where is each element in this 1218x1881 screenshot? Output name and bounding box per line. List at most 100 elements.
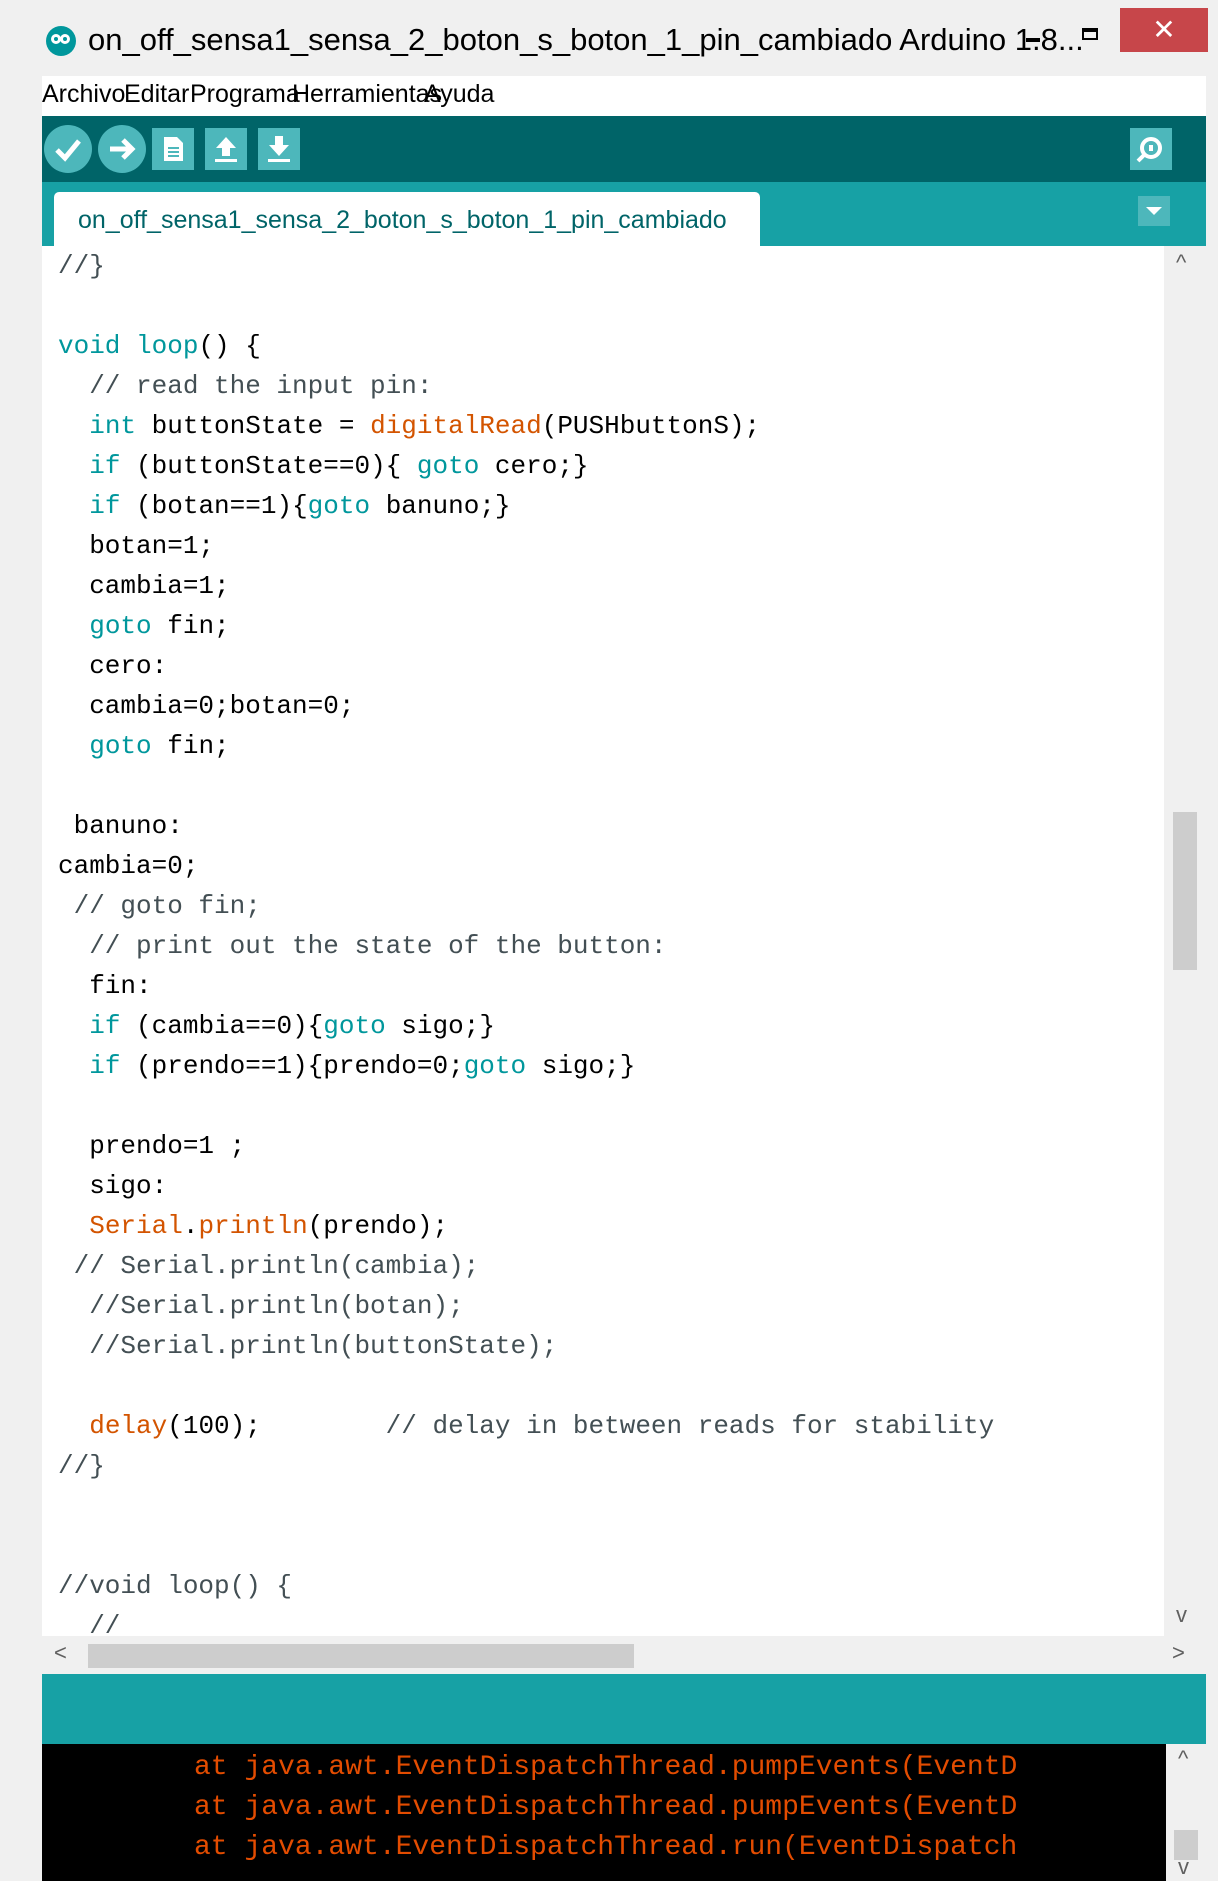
code-editor[interactable]: //} void loop() { // read the input pin: … [42,246,1164,1636]
editor-horizontal-scroll-thumb[interactable] [88,1644,634,1668]
code-line: fin: [58,966,152,1006]
code-token: goto [89,731,152,761]
console-scroll-up-arrow[interactable]: ^ [1178,1746,1188,1772]
code-token: . [182,1211,199,1241]
code-line: goto fin; [58,726,229,766]
code-token: prendo=1 ; [58,1131,246,1161]
upload-icon [110,138,136,160]
code-token: banuno: [58,811,183,841]
menu-archivo[interactable]: Archivo [42,80,125,109]
code-token: goto [89,611,152,641]
code-token: cero: [58,651,168,681]
console-scroll-down-arrow[interactable]: v [1178,1854,1189,1880]
ide-window: on_off_sensa1_sensa_2_boton_s_boton_1_pi… [0,0,1218,1881]
code-token: banuno;} [370,491,511,521]
code-token: goto [323,1011,386,1041]
code-token: cambia=1; [58,571,230,601]
code-token: digitalRead [370,411,542,441]
verify-button[interactable] [44,125,92,173]
code-token: (buttonState==0){ [120,451,417,481]
code-line: cero: [58,646,167,686]
code-token: // read the input pin: [58,371,433,401]
code-line: //} [58,1446,105,1486]
code-line: botan=1; [58,526,214,566]
tab-bar: on_off_sensa1_sensa_2_boton_s_boton_1_pi… [42,182,1206,248]
code-line: banuno: [58,806,183,846]
new-icon [164,137,183,161]
code-token: loop [136,331,199,361]
open-icon [215,137,237,162]
code-token: if [89,451,121,481]
code-line: //void loop() { [58,1566,292,1606]
editor-vertical-scrollbar[interactable]: ^ v [1164,246,1206,1636]
console-line: at java.awt.EventDispatchThread.run(Even… [194,1832,1018,1863]
code-token: fin; [151,611,230,641]
code-token: () { [198,331,261,361]
code-line: Serial.println(prendo); [58,1206,448,1246]
code-token: //void loop() { [58,1571,293,1601]
code-token: delay [89,1411,168,1441]
code-token: println [198,1211,308,1241]
verify-icon [55,139,81,162]
code-token: Serial [89,1211,183,1241]
code-line: cambia=0; [58,846,198,886]
code-token: fin: [58,971,152,1001]
tab-sketch[interactable]: on_off_sensa1_sensa_2_boton_s_boton_1_pi… [54,192,760,248]
code-token: (prendo); [307,1211,449,1241]
code-token: // [58,1611,121,1636]
code-line: // print out the state of the button: [58,926,666,966]
close-button[interactable]: ✕ [1120,8,1208,52]
code-token: //Serial.println(botan); [58,1291,464,1321]
code-token: // Serial.println(cambia); [58,1251,480,1281]
status-bar [42,1674,1206,1744]
minimize-button[interactable] [1004,8,1062,52]
code-token: (cambia==0){ [120,1011,324,1041]
code-line: if (buttonState==0){ goto cero;} [58,446,588,486]
save-icon [268,136,290,162]
menu-herramientas[interactable]: Herramientas [292,80,442,109]
code-line: cambia=1; [58,566,230,606]
code-token: (prendo==1){prendo=0; [120,1051,464,1081]
menu-programa[interactable]: Programa [190,80,300,109]
code-line: delay(100); // delay in between reads fo… [58,1406,994,1446]
upload-button[interactable] [98,125,146,173]
editor-horizontal-scrollbar[interactable]: < > [42,1636,1206,1674]
open-sketch-button[interactable] [205,128,247,170]
tab-label: on_off_sensa1_sensa_2_boton_s_boton_1_pi… [78,206,727,234]
menu-ayuda[interactable]: Ayuda [424,80,494,109]
maximize-button[interactable] [1062,8,1120,52]
serial-monitor-button[interactable] [1130,128,1172,170]
scroll-left-arrow[interactable]: < [54,1640,67,1666]
code-token: // goto fin; [58,891,261,921]
code-line: if (cambia==0){goto sigo;} [58,1006,495,1046]
code-token: (PUSHbuttonS); [541,411,761,441]
tab-menu-button[interactable] [1138,196,1170,226]
code-token: if [89,1011,121,1041]
code-line: //} [58,246,105,286]
window-title: on_off_sensa1_sensa_2_boton_s_boton_1_pi… [88,22,1084,57]
save-sketch-button[interactable] [258,128,300,170]
scroll-up-arrow[interactable]: ^ [1176,250,1186,276]
code-token: sigo;} [385,1011,495,1041]
scroll-down-arrow[interactable]: v [1176,1602,1187,1628]
new-sketch-button[interactable] [152,128,194,170]
code-line: //Serial.println(buttonState); [58,1326,557,1366]
window-border-right [1206,76,1218,1881]
scroll-right-arrow[interactable]: > [1172,1640,1185,1666]
menu-bar: Archivo Editar Programa Herramientas Ayu… [42,76,1206,116]
code-token: cambia=0; [58,851,199,881]
code-token: int [89,411,137,441]
code-line: // goto fin; [58,886,261,926]
editor-vertical-scroll-thumb[interactable] [1173,812,1197,970]
menu-editar[interactable]: Editar [124,80,189,109]
console-scrollbar[interactable]: ^ v [1166,1744,1206,1881]
code-token: sigo: [58,1171,168,1201]
serial-monitor-icon [1136,137,1162,163]
